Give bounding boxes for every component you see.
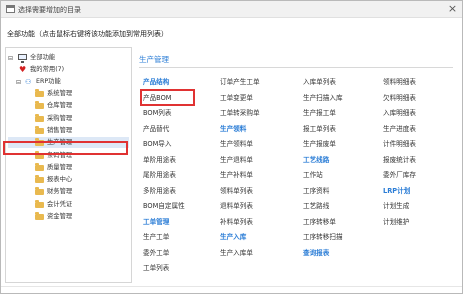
function-link[interactable]: 多阶用途表: [143, 185, 176, 195]
dialog-window: 选择需要增加的目录 × 全部功能（点击鼠标右键将该功能添加到常用列表） ⊟ 全部…: [0, 0, 463, 294]
function-link[interactable]: 入库单列表: [303, 76, 336, 86]
function-link[interactable]: 生产退料单: [220, 154, 253, 164]
function-link[interactable]: 生产入库单: [220, 247, 253, 257]
function-link[interactable]: 生产进度表: [383, 123, 416, 133]
tree-item-favorites[interactable]: ♥ 我的常用(7): [8, 64, 128, 75]
folder-icon: [35, 125, 44, 134]
tree-item-label: 销售管理: [47, 126, 73, 134]
tree-item[interactable]: 系统管理: [8, 88, 129, 99]
folder-icon: [35, 113, 44, 122]
function-link[interactable]: 工单转采购单: [220, 107, 260, 117]
function-link[interactable]: 补料单列表: [220, 216, 253, 226]
group-header: 工艺线路: [303, 155, 330, 164]
function-link[interactable]: 单阶用途表: [143, 154, 176, 164]
function-link[interactable]: 报工单列表: [303, 123, 336, 133]
function-link[interactable]: 计件明细表: [383, 138, 416, 148]
function-link[interactable]: 领料明细表: [383, 76, 416, 86]
computer-icon: [18, 54, 27, 63]
function-link[interactable]: 工单变更单: [220, 92, 253, 102]
function-link[interactable]: 尾阶用途表: [143, 169, 176, 179]
tree-item[interactable]: 采购管理: [8, 113, 129, 124]
function-link[interactable]: 工序转移单: [303, 216, 336, 226]
window-icon: [6, 5, 15, 13]
folder-icon: [35, 89, 44, 97]
tree-item-label: 报表中心: [47, 176, 73, 184]
tree-item-erp[interactable]: ⊟ ⚇ ERP功能: [8, 76, 128, 87]
tree-item-label: 系统管理: [47, 90, 73, 97]
function-link[interactable]: 入库明细表: [383, 107, 416, 117]
group-header: LRP计划: [383, 186, 411, 195]
tree-item[interactable]: 资金管理: [8, 211, 129, 222]
tree-item[interactable]: 会计凭证: [8, 199, 129, 210]
tree-item-label: 质量管理: [47, 163, 73, 171]
tree-item-label: 仓库管理: [47, 102, 73, 110]
tree-root[interactable]: ⊟ 全部功能: [8, 52, 128, 63]
function-link[interactable]: 工序转移扫描: [303, 231, 343, 241]
tree-item[interactable]: 仓库管理: [8, 100, 129, 111]
highlight-box-product-bom: [140, 89, 195, 106]
function-link[interactable]: 订单产生工单: [220, 76, 260, 86]
function-link[interactable]: 生产扫描入库: [303, 92, 343, 102]
function-link[interactable]: 工作站: [303, 169, 323, 179]
section-title: 生产管理: [139, 55, 169, 64]
folder-icon: [35, 212, 44, 220]
selected-highlight-box: [3, 141, 128, 155]
function-link[interactable]: 生产报工单: [303, 107, 336, 117]
group-header: 生产入库: [220, 233, 247, 241]
collapse-icon[interactable]: ⊟: [16, 77, 21, 88]
tree-item[interactable]: 财务管理: [8, 186, 129, 197]
function-link[interactable]: 工序资料: [303, 185, 329, 195]
function-link[interactable]: 委外厂库存: [383, 169, 416, 179]
org-chart-icon: ⚇: [25, 78, 32, 86]
heart-icon: ♥: [19, 65, 27, 74]
function-link[interactable]: 报废统计表: [383, 154, 416, 164]
function-link[interactable]: 计划维护: [383, 216, 409, 226]
folder-icon: [35, 199, 44, 208]
window-title: 选择需要增加的目录: [18, 6, 81, 14]
group-header: 工单管理: [143, 217, 170, 226]
function-link[interactable]: 生产领料单: [220, 138, 253, 148]
close-button[interactable]: ×: [446, 3, 459, 16]
tree-item-label: 会计凭证: [47, 200, 73, 208]
tree-item[interactable]: 报表中心: [8, 174, 129, 185]
collapse-icon[interactable]: ⊟: [8, 53, 13, 64]
folder-icon: [35, 175, 44, 184]
function-link[interactable]: 生产工单: [143, 231, 169, 241]
tree-item[interactable]: 质量管理: [8, 162, 129, 173]
folder-icon: [35, 101, 44, 110]
function-link[interactable]: BOM自定属性: [143, 200, 185, 210]
tree-item[interactable]: 销售管理: [8, 125, 129, 136]
group-header: 生产领料: [220, 124, 247, 133]
instruction-text: 全部功能（点击鼠标右键将该功能添加到常用列表）: [7, 30, 168, 38]
function-link[interactable]: 生产补料单: [220, 169, 253, 179]
function-link[interactable]: 欠料明细表: [383, 92, 416, 102]
function-link[interactable]: BOM列表: [143, 107, 171, 117]
function-link[interactable]: 领料单列表: [220, 185, 253, 195]
function-link[interactable]: 工艺路线: [303, 200, 329, 210]
divider: [1, 286, 462, 287]
function-link[interactable]: 生产报废单: [303, 138, 336, 148]
function-link[interactable]: 工单列表: [143, 262, 169, 272]
function-link[interactable]: 产品替代: [143, 123, 169, 133]
favorites-label: 我的常用(7): [30, 66, 65, 73]
folder-icon: [35, 162, 44, 171]
folder-icon: [35, 187, 44, 196]
tree-item-label: 财务管理: [47, 188, 73, 196]
function-link[interactable]: 委外工单: [143, 247, 169, 257]
function-grid: 生产管理 产品结构 产品BOM BOM列表 产品替代 BOM导入 单阶用途表 尾阶用途表 多阶…: [133, 47, 460, 283]
tree-item-label: 采购管理: [47, 114, 73, 122]
divider: [139, 67, 453, 68]
function-link[interactable]: BOM导入: [143, 138, 171, 148]
tree-root-label: 全部功能: [30, 54, 56, 61]
function-link[interactable]: 退料单列表: [220, 200, 253, 210]
group-header: 产品结构: [143, 78, 170, 86]
group-header: 查询报表: [303, 248, 330, 257]
erp-label: ERP功能: [36, 78, 61, 85]
function-link[interactable]: 计划生成: [383, 200, 409, 210]
title-bar: 选择需要增加的目录 ×: [1, 1, 462, 18]
function-tree: ⊟ 全部功能 ♥ 我的常用(7) ⊟ ⚇ ERP功能 系统管理仓库管理采购管理销…: [5, 47, 132, 283]
tree-item-label: 资金管理: [47, 213, 73, 220]
